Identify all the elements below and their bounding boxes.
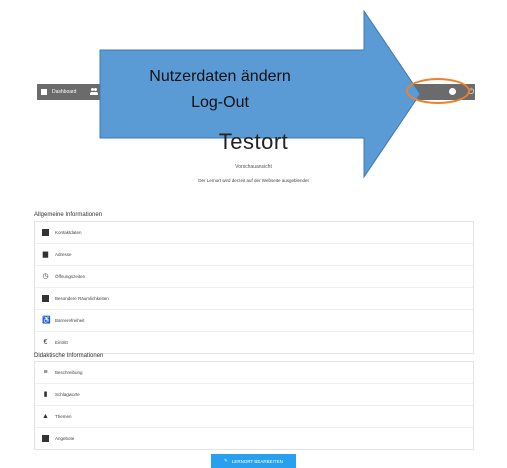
- contact-card-icon: [42, 229, 49, 236]
- euro-icon: €: [43, 339, 48, 346]
- annotation-line-2: Log-Out: [191, 94, 249, 111]
- list-item-accessibility[interactable]: ♿ Barrierefreiheit: [35, 310, 473, 332]
- nav-dashboard-label: Dashboard: [52, 89, 77, 95]
- list-item-address[interactable]: ▆ Adresse: [35, 244, 473, 266]
- list-item-rooms[interactable]: Besondere Räumlichkeiten: [35, 288, 473, 310]
- wheelchair-icon: ♿: [42, 317, 51, 324]
- annotation-line-1: Nutzerdaten ändern: [149, 68, 291, 85]
- list-item-label: Schlagworte: [55, 392, 80, 397]
- list-item-admission[interactable]: € Eintritt: [35, 332, 473, 353]
- text-lines-icon: ≡: [43, 369, 48, 376]
- list-item-label: Barrierefreiheit: [55, 318, 85, 323]
- page-title: Testort: [218, 129, 289, 154]
- list-item-label: Öffnungszeiten: [55, 274, 86, 279]
- preview-label: Vorschauansicht: [235, 164, 272, 170]
- annotation-text: Nutzerdaten ändern Log-Out: [120, 64, 320, 116]
- building-icon: ▆: [42, 251, 49, 258]
- list-item-contact[interactable]: Kontaktdaten: [35, 222, 473, 244]
- graduation-cap-icon: ▲: [42, 413, 49, 420]
- list-item-opening-hours[interactable]: ◷ Öffnungszeiten: [35, 266, 473, 288]
- list-item-label: Kontaktdaten: [55, 230, 82, 235]
- general-info-card: Kontaktdaten ▆ Adresse ◷ Öffnungszeiten …: [34, 221, 474, 354]
- edit-lernort-button[interactable]: ✎ LERNORT BEARBEITEN: [211, 454, 296, 468]
- list-item-description[interactable]: ≡ Beschreibung: [35, 362, 473, 384]
- didactic-info-card: ≡ Beschreibung ▮ Schlagworte ▲ Themen An…: [34, 361, 474, 450]
- clock-icon: ◷: [42, 273, 49, 280]
- visibility-notice: Der Lernort wird derzeit auf der Webseit…: [198, 178, 309, 183]
- edit-button-label: LERNORT BEARBEITEN: [231, 458, 283, 464]
- list-item-topics[interactable]: ▲ Themen: [35, 406, 473, 428]
- list-item-label: Themen: [55, 414, 72, 419]
- list-item-label: Besondere Räumlichkeiten: [55, 296, 109, 301]
- dashboard-icon: [41, 89, 47, 95]
- annotation-highlight-circle: [406, 78, 470, 104]
- offer-icon: [42, 435, 49, 442]
- section-heading-didactic: Didaktische Informationen: [34, 353, 104, 359]
- list-item-label: Eintritt: [55, 340, 68, 345]
- pencil-icon: ✎: [224, 458, 228, 463]
- bookmark-icon: ▮: [43, 391, 48, 398]
- users-icon[interactable]: [90, 88, 98, 96]
- list-item-offers[interactable]: Angebote: [35, 428, 473, 449]
- list-item-label: Angebote: [55, 436, 75, 441]
- rooms-icon: [42, 295, 49, 302]
- section-heading-general: Allgemeine Informationen: [34, 212, 103, 218]
- list-item-label: Adresse: [55, 252, 72, 257]
- list-item-keywords[interactable]: ▮ Schlagworte: [35, 384, 473, 406]
- list-item-label: Beschreibung: [55, 370, 83, 375]
- nav-dashboard-link[interactable]: Dashboard: [41, 87, 76, 97]
